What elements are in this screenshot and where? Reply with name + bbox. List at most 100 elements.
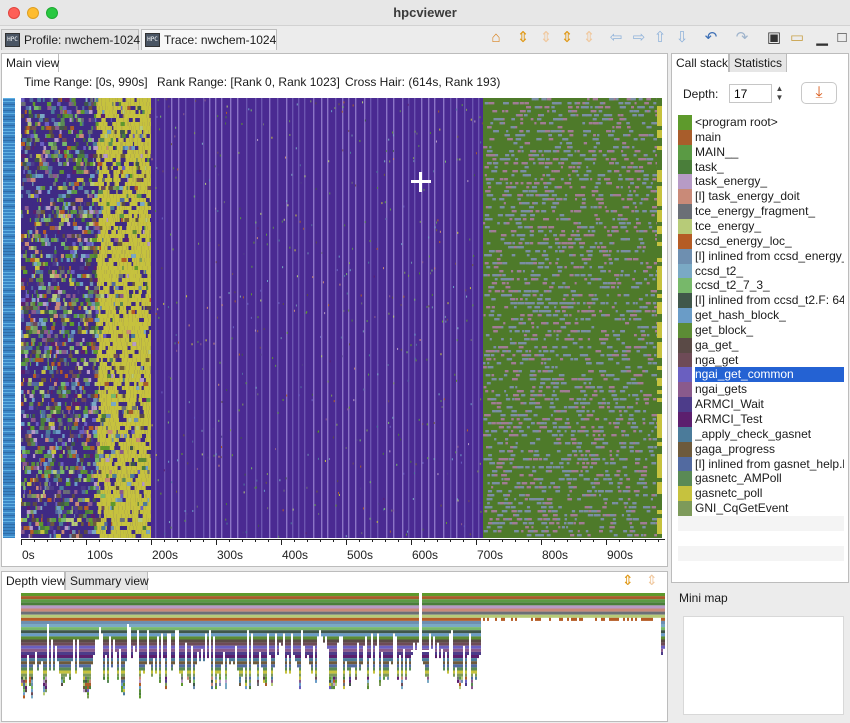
empty-row (678, 545, 844, 561)
empty-row (678, 515, 844, 531)
color-swatch (678, 129, 692, 145)
call-stack-item[interactable]: gasnetc_poll (678, 486, 844, 502)
call-stack-item[interactable]: tce_energy_fragment_ (678, 204, 844, 220)
call-stack-item[interactable]: gasnetc_AMPoll (678, 471, 844, 487)
call-stack-item[interactable]: ga_get_ (678, 337, 844, 353)
call-stack-item-label: [I] inlined from ccsd_energy_ (695, 248, 844, 263)
color-swatch (678, 352, 692, 368)
empty-row (678, 530, 844, 546)
call-stack-item[interactable]: GNI_CqGetEvent (678, 501, 844, 517)
go-right-icon[interactable]: ⇨ (630, 29, 648, 47)
call-stack-item-label: [I] inlined from gasnet_help.h (695, 456, 844, 471)
color-swatch (678, 456, 692, 472)
window-title: hpcviewer (393, 5, 457, 20)
call-stack-item-label: ngai_get_common (695, 367, 844, 383)
call-stack-item[interactable]: task_energy_ (678, 174, 844, 190)
depth-view-canvas[interactable] (21, 593, 665, 717)
hpc-icon: HPC (145, 33, 160, 47)
call-stack-item[interactable]: ARMCI_Wait (678, 397, 844, 413)
undo-icon[interactable]: ↶ (702, 29, 720, 47)
tab-summary-view[interactable]: Summary view (65, 571, 149, 590)
call-stack-item[interactable]: ngai_get_common (678, 367, 844, 383)
depth-stepper[interactable]: ▲ ▼ (774, 84, 785, 103)
call-stack-item[interactable]: ccsd_t2_ (678, 263, 844, 279)
call-stack-item-label: <program root> (695, 115, 778, 129)
call-stack-item[interactable]: get_hash_block_ (678, 308, 844, 324)
call-stack-item[interactable]: ccsd_energy_loc_ (678, 233, 844, 249)
color-swatch (678, 412, 692, 427)
expand-depth-icon[interactable]: ⇕ (622, 572, 634, 589)
axis-tick-label: 900s (607, 548, 633, 562)
call-stack-item[interactable]: [I] inlined from gasnet_help.h (678, 456, 844, 472)
depth-input[interactable] (729, 84, 772, 103)
color-swatch (678, 278, 692, 294)
color-swatch (678, 115, 692, 130)
color-swatch (678, 204, 692, 220)
call-stack-item[interactable]: tce_energy_ (678, 218, 844, 234)
shrink-depth-icon[interactable]: ⇕ (646, 572, 658, 589)
color-swatch (678, 263, 692, 279)
call-stack-item[interactable]: task_ (678, 159, 844, 175)
color-swatch (678, 189, 692, 205)
zoom-in-ranks-icon[interactable]: ⇕ (558, 29, 576, 47)
minimize-icon[interactable]: ▁ (813, 29, 831, 47)
call-stack-item-label: [I] inlined from ccsd_t2.F: 64 (695, 293, 844, 308)
call-stack-item[interactable]: nga_get (678, 352, 844, 368)
call-stack-item-label: task_ (695, 159, 724, 174)
color-swatch (678, 159, 692, 175)
color-swatch (678, 382, 692, 398)
open-folder-icon[interactable]: ▭ (788, 29, 806, 47)
call-stack-item-label: nga_get (695, 352, 739, 367)
download-icon[interactable]: ⤓ (801, 82, 837, 104)
trace-canvas[interactable] (21, 98, 665, 538)
editor-tab-bar: HPC Profile: nwchem-1024 HPC Trace: nwch… (0, 27, 850, 51)
time-range-label: Time Range: [0s, 990s] (24, 75, 148, 89)
call-stack-item[interactable]: gaga_progress (678, 441, 844, 457)
zoom-out-ranks-icon[interactable]: ⇕ (580, 29, 598, 47)
rank-overview-strip[interactable] (3, 98, 15, 538)
call-stack-item[interactable]: <program root> (678, 115, 844, 130)
call-stack-item-label: task_energy_ (695, 174, 768, 189)
call-stack-item[interactable]: MAIN__ (678, 144, 844, 160)
axis-tick-label: 200s (152, 548, 178, 562)
call-stack-item-label: ngai_gets (695, 382, 748, 397)
call-stack-item[interactable]: [I] inlined from ccsd_energy_ (678, 248, 844, 264)
axis-tick-label: 800s (542, 548, 568, 562)
expand-depth-icon[interactable]: ⇕ (514, 29, 532, 47)
go-up-icon[interactable]: ⇧ (651, 29, 669, 47)
call-stack-item[interactable]: [I] task_energy_doit (678, 189, 844, 205)
call-stack-item[interactable]: get_block_ (678, 322, 844, 338)
call-stack-item-label: [I] task_energy_doit (695, 189, 800, 204)
tab-profile[interactable]: HPC Profile: nwchem-1024 (1, 29, 141, 50)
tab-main-view[interactable]: Main view (1, 53, 59, 72)
shrink-depth-icon[interactable]: ⇕ (537, 29, 555, 47)
call-stack-item[interactable]: ccsd_t2_7_3_ (678, 278, 844, 294)
call-stack-item[interactable]: main (678, 129, 844, 145)
redo-icon[interactable]: ↷ (733, 29, 751, 47)
tab-statistics[interactable]: Statistics (729, 53, 787, 72)
color-swatch (678, 174, 692, 190)
save-icon[interactable]: ▣ (765, 29, 783, 47)
color-swatch (678, 337, 692, 353)
call-stack-item-label: ccsd_energy_loc_ (695, 233, 792, 248)
call-stack-item[interactable]: ARMCI_Test (678, 412, 844, 427)
tab-call-stack[interactable]: Call stack (671, 53, 729, 72)
go-left-icon[interactable]: ⇦ (607, 29, 625, 47)
tab-depth-view[interactable]: Depth view (1, 571, 65, 590)
tab-trace[interactable]: HPC Trace: nwchem-1024 (141, 29, 277, 50)
home-icon[interactable]: ⌂ (487, 29, 505, 47)
call-stack-item[interactable]: ngai_gets (678, 382, 844, 398)
axis-tick-label: 500s (347, 548, 373, 562)
go-down-icon[interactable]: ⇩ (673, 29, 691, 47)
call-stack-item[interactable]: _apply_check_gasnet (678, 426, 844, 442)
call-stack-item-label: gaga_progress (695, 441, 776, 456)
call-stack-item-label: MAIN__ (695, 144, 739, 159)
tab-profile-label: Profile: nwchem-1024 (24, 33, 141, 47)
call-stack-item-label: get_hash_block_ (695, 308, 786, 323)
time-axis: 0s 100s 200s 300s 400s 500s 600s 700s 800s 900s (21, 539, 665, 562)
call-stack-item-label: gasnetc_AMPoll (695, 471, 782, 486)
color-swatch (678, 486, 692, 502)
mini-map-canvas[interactable] (683, 616, 844, 715)
maximize-icon[interactable]: □ (833, 29, 850, 47)
call-stack-item[interactable]: [I] inlined from ccsd_t2.F: 64 (678, 293, 844, 309)
